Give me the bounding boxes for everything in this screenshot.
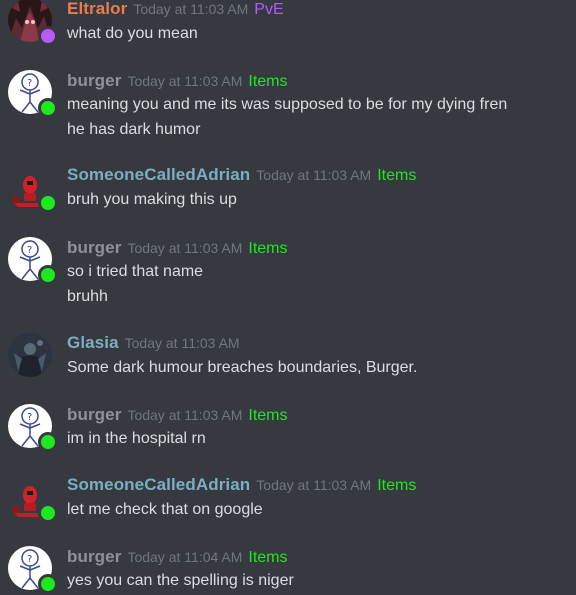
- timestamp[interactable]: Today at 11:03 AM: [256, 167, 371, 183]
- author-name[interactable]: Glasia: [67, 333, 119, 352]
- message-text: bruhh: [67, 288, 108, 305]
- svg-text:?: ?: [27, 245, 32, 256]
- svg-text:?: ?: [27, 554, 32, 565]
- message-header: burger Today at 11:04 AM Items: [67, 547, 288, 567]
- role-tag: Items: [248, 73, 288, 90]
- message-header: burger Today at 11:03 AM Items: [67, 71, 288, 91]
- status-indicator: [38, 503, 58, 523]
- message-text: so i tried that name: [67, 263, 204, 280]
- message-header: Glasia Today at 11:03 AM: [67, 333, 240, 353]
- status-indicator: [38, 26, 58, 46]
- message-header: Eltralor Today at 11:03 AM PvE: [67, 0, 284, 19]
- status-indicator: [38, 193, 58, 213]
- timestamp[interactable]: Today at 11:03 AM: [256, 477, 371, 493]
- timestamp[interactable]: Today at 11:03 AM: [127, 407, 242, 423]
- author-name[interactable]: SomeoneCalledAdrian: [67, 165, 250, 184]
- message-text: meaning you and me its was supposed to b…: [67, 96, 508, 113]
- author-name[interactable]: burger: [67, 238, 121, 257]
- role-tag: PvE: [254, 1, 284, 18]
- timestamp[interactable]: Today at 11:04 AM: [127, 549, 242, 565]
- author-name[interactable]: burger: [67, 547, 121, 566]
- author-name[interactable]: burger: [67, 405, 121, 424]
- status-indicator: [38, 98, 58, 118]
- timestamp[interactable]: Today at 11:03 AM: [133, 1, 248, 17]
- message-text: let me check that on google: [67, 501, 263, 518]
- message-header: burger Today at 11:03 AM Items: [67, 405, 288, 425]
- timestamp[interactable]: Today at 11:03 AM: [127, 73, 242, 89]
- message-text: Some dark humour breaches boundaries, Bu…: [67, 359, 418, 376]
- author-name[interactable]: burger: [67, 71, 121, 90]
- message-text: he has dark humor: [67, 121, 201, 138]
- message-header: SomeoneCalledAdrian Today at 11:03 AM Item…: [67, 165, 416, 185]
- message-text: yes you can the spelling is niger: [67, 572, 294, 589]
- message-header: SomeoneCalledAdrian Today at 11:03 AM Item…: [67, 475, 416, 495]
- status-indicator: [38, 432, 58, 452]
- svg-text:?: ?: [27, 78, 32, 89]
- dark-figure-avatar-icon[interactable]: [8, 333, 52, 377]
- role-tag: Items: [248, 407, 288, 424]
- role-tag: Items: [248, 549, 288, 566]
- role-tag: Items: [248, 240, 288, 257]
- author-name[interactable]: Eltralor: [67, 0, 127, 18]
- status-indicator: [38, 265, 58, 285]
- author-name[interactable]: SomeoneCalledAdrian: [67, 475, 250, 494]
- message-text: what do you mean: [67, 25, 198, 42]
- chat-message-list: Eltralor Today at 11:03 AM PvE what do you…: [0, 0, 576, 595]
- timestamp[interactable]: Today at 11:03 AM: [127, 240, 242, 256]
- timestamp[interactable]: Today at 11:03 AM: [125, 335, 240, 351]
- message-text: im in the hospital rn: [67, 430, 206, 447]
- message-text: bruh you making this up: [67, 191, 237, 208]
- role-tag: Items: [377, 477, 417, 494]
- status-indicator: [38, 574, 58, 594]
- message-header: burger Today at 11:03 AM Items: [67, 238, 288, 258]
- svg-text:?: ?: [27, 412, 32, 423]
- role-tag: Items: [377, 167, 417, 184]
